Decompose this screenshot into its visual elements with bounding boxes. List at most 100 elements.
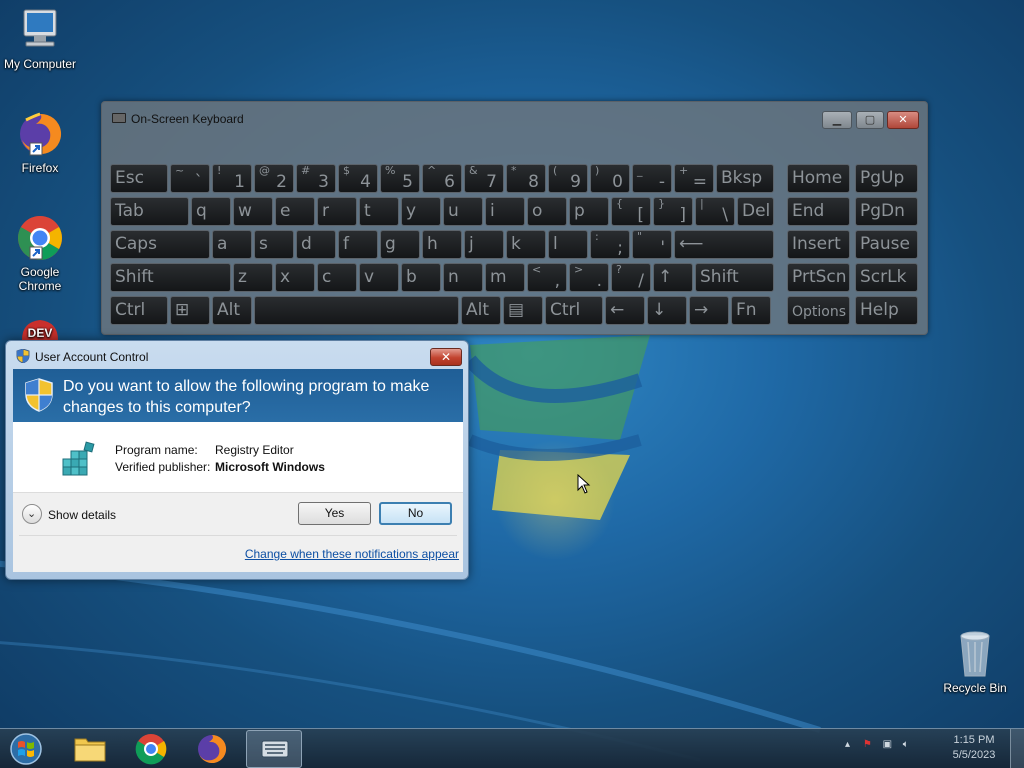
desktop-icon-recycle-bin[interactable]: Recycle Bin [935, 630, 1015, 695]
key-space[interactable] [254, 296, 459, 325]
osk-maximize-button[interactable]: ▢ [856, 111, 884, 129]
key-pause[interactable]: Pause [855, 230, 918, 259]
key-v[interactable]: v [359, 263, 399, 292]
no-button[interactable]: No [379, 502, 452, 525]
key-8[interactable]: * 8 [506, 164, 546, 193]
yes-button[interactable]: Yes [298, 502, 371, 525]
key-pgup[interactable]: PgUp [855, 164, 918, 193]
key-del[interactable]: Del [737, 197, 774, 226]
key-symbol[interactable]: ? / [611, 263, 651, 292]
key-help[interactable]: Help [855, 296, 918, 325]
key-symbol[interactable]: _ - [632, 164, 672, 193]
key-u[interactable]: u [443, 197, 483, 226]
key-tab[interactable]: Tab [110, 197, 189, 226]
key-1[interactable]: ! 1 [212, 164, 252, 193]
key-a[interactable]: a [212, 230, 252, 259]
key-9[interactable]: (9 [548, 164, 588, 193]
key-fn[interactable]: Fn [731, 296, 771, 325]
key-4[interactable]: $4 [338, 164, 378, 193]
key-scrlk[interactable]: ScrLk [855, 263, 918, 292]
desktop-icon-my-computer[interactable]: My Computer [0, 8, 80, 71]
tray-expand-icon[interactable]: ▴ [845, 739, 850, 750]
osk-title-bar[interactable]: On-Screen Keyboard ▁ ▢ ✕ [102, 102, 927, 134]
key-symbol[interactable]: ⟵ [674, 230, 774, 259]
key-symbol[interactable]: ⊞ [170, 296, 210, 325]
key-7[interactable]: & 7 [464, 164, 504, 193]
uac-title-bar[interactable]: User Account Control ✕ [6, 341, 468, 369]
key-q[interactable]: q [191, 197, 231, 226]
key-c[interactable]: c [317, 263, 357, 292]
key-symbol[interactable]: + = [674, 164, 714, 193]
key-h[interactable]: h [422, 230, 462, 259]
key-symbol[interactable]: ← [605, 296, 645, 325]
key-j[interactable]: j [464, 230, 504, 259]
key-r[interactable]: r [317, 197, 357, 226]
key-symbol[interactable]: >. [569, 263, 609, 292]
key-e[interactable]: e [275, 197, 315, 226]
uac-dialog[interactable]: User Account Control ✕ Do you want to al… [5, 340, 469, 580]
show-details-label[interactable]: Show details [48, 508, 116, 522]
key-pgdn[interactable]: PgDn [855, 197, 918, 226]
taskbar-on-screen-keyboard[interactable] [246, 730, 302, 768]
key-2[interactable]: @2 [254, 164, 294, 193]
key-esc[interactable]: Esc [110, 164, 168, 193]
show-desktop-button[interactable] [1010, 729, 1024, 768]
key-insert[interactable]: Insert [787, 230, 850, 259]
key-symbol[interactable]: }] [653, 197, 693, 226]
key-caps[interactable]: Caps [110, 230, 210, 259]
desktop-icon-firefox[interactable]: Firefox [0, 110, 80, 175]
key-f[interactable]: f [338, 230, 378, 259]
key-symbol[interactable]: ▤ [503, 296, 543, 325]
osk-minimize-button[interactable]: ▁ [822, 111, 852, 129]
key-k[interactable]: k [506, 230, 546, 259]
on-screen-keyboard-window[interactable]: On-Screen Keyboard ▁ ▢ ✕ Esc ~ `! 1 @2 #3 $4% 5… [101, 101, 928, 335]
key-0[interactable]: ) 0 [590, 164, 630, 193]
key-home[interactable]: Home [787, 164, 850, 193]
taskbar-file-explorer[interactable] [62, 730, 118, 768]
key-y[interactable]: y [401, 197, 441, 226]
key-p[interactable]: p [569, 197, 609, 226]
key-3[interactable]: #3 [296, 164, 336, 193]
key-g[interactable]: g [380, 230, 420, 259]
key-d[interactable]: d [296, 230, 336, 259]
key-shift[interactable]: Shift [695, 263, 774, 292]
key-shift[interactable]: Shift [110, 263, 231, 292]
taskbar-clock[interactable]: 1:15 PM 5/5/2023 [946, 733, 1002, 763]
taskbar-firefox[interactable] [184, 730, 240, 768]
osk-close-button[interactable]: ✕ [887, 111, 919, 129]
key-end[interactable]: End [787, 197, 850, 226]
key-x[interactable]: x [275, 263, 315, 292]
key-ctrl[interactable]: Ctrl [110, 296, 168, 325]
key-i[interactable]: i [485, 197, 525, 226]
notification-settings-link[interactable]: Change when these notifications appear [245, 547, 459, 561]
key-symbol[interactable]: ~ ` [170, 164, 210, 193]
key-symbol[interactable]: ↓ [647, 296, 687, 325]
key-options[interactable]: Options [787, 296, 850, 325]
action-center-flag-icon[interactable]: ⚑ [863, 739, 872, 750]
key-bksp[interactable]: Bksp [716, 164, 774, 193]
key-symbol[interactable]: <, [527, 263, 567, 292]
key-w[interactable]: w [233, 197, 273, 226]
uac-close-button[interactable]: ✕ [430, 348, 462, 366]
key-symbol[interactable]: {[ [611, 197, 651, 226]
key-symbol[interactable]: | \ [695, 197, 735, 226]
key-ctrl[interactable]: Ctrl [545, 296, 603, 325]
key-t[interactable]: t [359, 197, 399, 226]
start-button[interactable] [6, 731, 46, 767]
key-prtscn[interactable]: PrtScn [787, 263, 850, 292]
desktop-icon-google-chrome[interactable]: Google Chrome [0, 214, 80, 293]
key-alt[interactable]: Alt [212, 296, 252, 325]
volume-icon[interactable]: 🔈︎ [903, 739, 909, 750]
key-m[interactable]: m [485, 263, 525, 292]
key-n[interactable]: n [443, 263, 483, 292]
key-alt[interactable]: Alt [461, 296, 501, 325]
key-symbol[interactable]: " ' [632, 230, 672, 259]
key-z[interactable]: z [233, 263, 273, 292]
key-s[interactable]: s [254, 230, 294, 259]
key-symbol[interactable]: ↑ [653, 263, 693, 292]
key-l[interactable]: l [548, 230, 588, 259]
key-o[interactable]: o [527, 197, 567, 226]
key-6[interactable]: ^ 6 [422, 164, 462, 193]
key-5[interactable]: % 5 [380, 164, 420, 193]
network-icon[interactable]: ▣ [883, 739, 892, 750]
